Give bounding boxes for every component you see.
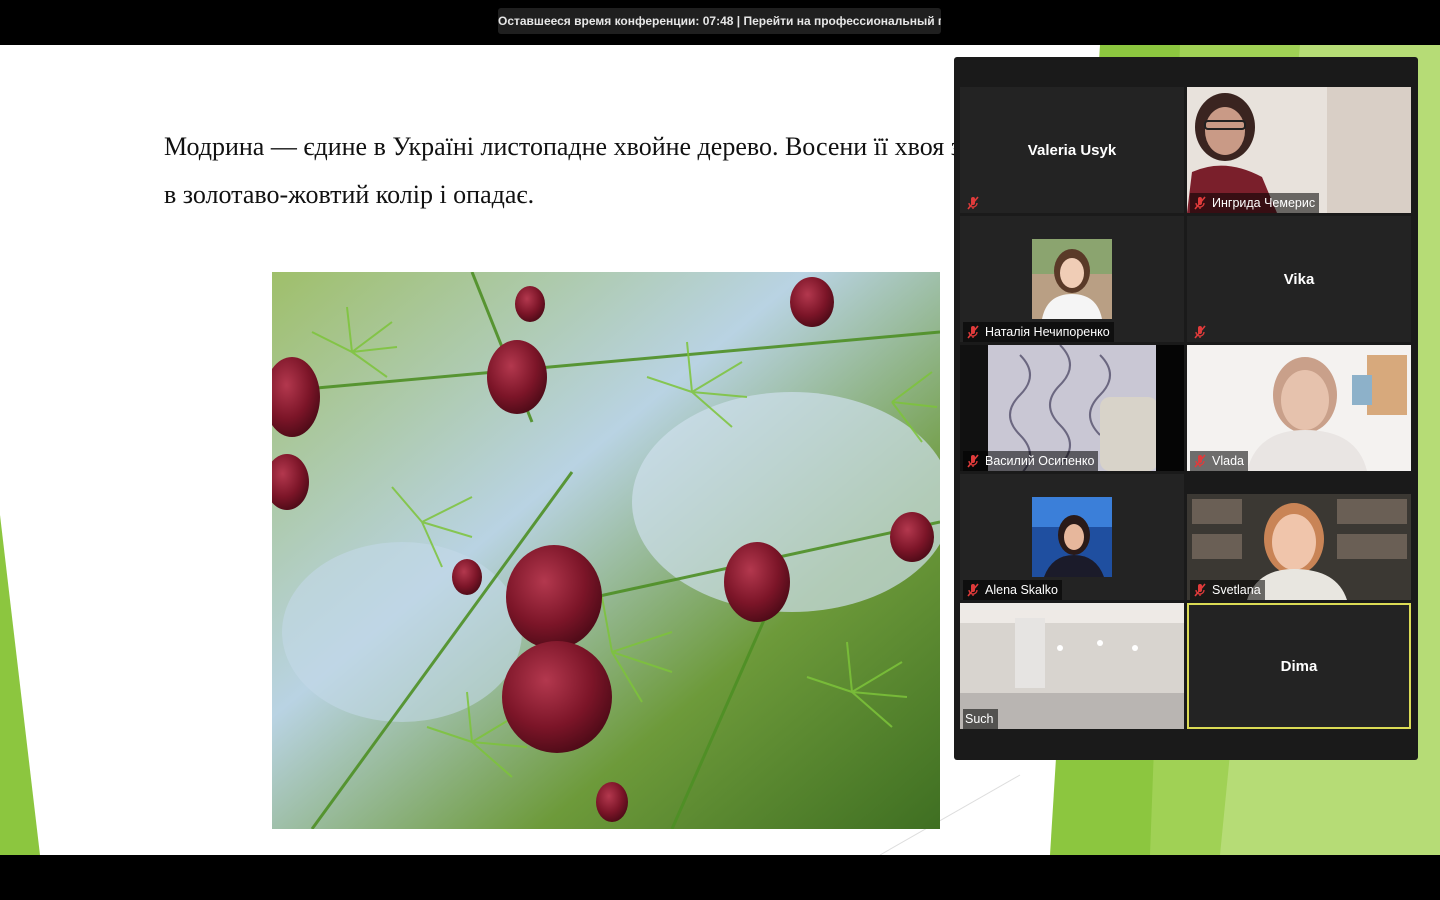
participant-label bbox=[963, 193, 989, 213]
participant-tile[interactable]: Such bbox=[960, 603, 1184, 729]
participant-display-name: Valeria Usyk bbox=[1027, 141, 1117, 159]
top-bar: Оставшееся время конференции: 07:48 | Пе… bbox=[0, 0, 1440, 45]
participant-tile[interactable]: Vlada bbox=[1187, 345, 1411, 471]
muted-mic-icon bbox=[1192, 195, 1208, 211]
participant-tile[interactable]: Valeria Usyk bbox=[960, 87, 1184, 213]
participant-label: Vlada bbox=[1190, 451, 1248, 471]
participant-display-name: Vika bbox=[1283, 270, 1315, 288]
participant-label: Such bbox=[963, 709, 998, 729]
participant-label: Svetlana bbox=[1190, 580, 1265, 600]
muted-mic-icon bbox=[965, 582, 981, 598]
participant-tile[interactable]: Vika bbox=[1187, 216, 1411, 342]
participant-name: Ингрида Чемерис bbox=[1212, 196, 1316, 210]
participant-name: Василий Осипенко bbox=[985, 454, 1095, 468]
muted-mic-icon bbox=[1192, 582, 1208, 598]
participant-tile[interactable]: Alena Skalko bbox=[960, 474, 1184, 600]
muted-mic-icon bbox=[965, 324, 981, 340]
avatar bbox=[1032, 497, 1112, 577]
participant-label: Наталія Нечипоренко bbox=[963, 322, 1114, 342]
avatar bbox=[1032, 239, 1112, 319]
muted-mic-icon bbox=[1192, 324, 1208, 340]
muted-mic-icon bbox=[965, 195, 981, 211]
participant-name: Such bbox=[965, 712, 994, 726]
participant-tile[interactable]: Dima bbox=[1187, 603, 1411, 729]
bottom-bar bbox=[0, 855, 1440, 900]
participants-gallery[interactable]: Valeria Usyk Ингрида Чемерис Наталія Нечип… bbox=[954, 57, 1418, 760]
participant-label: Василий Осипенко bbox=[963, 451, 1099, 471]
participant-display-name: Dima bbox=[1280, 657, 1318, 675]
participant-name: Svetlana bbox=[1212, 583, 1261, 597]
muted-mic-icon bbox=[1192, 453, 1208, 469]
participant-tile[interactable]: Ингрида Чемерис bbox=[1187, 87, 1411, 213]
larch-photo bbox=[272, 272, 940, 829]
participant-tile[interactable]: Наталія Нечипоренко bbox=[960, 216, 1184, 342]
participant-label: Ингрида Чемерис bbox=[1190, 193, 1320, 213]
muted-mic-icon bbox=[965, 453, 981, 469]
participant-label: Alena Skalko bbox=[963, 580, 1062, 600]
participant-label bbox=[1190, 322, 1216, 342]
time-remaining-banner[interactable]: Оставшееся время конференции: 07:48 | Пе… bbox=[498, 8, 941, 34]
participant-name: Alena Skalko bbox=[985, 583, 1058, 597]
participant-name: Наталія Нечипоренко bbox=[985, 325, 1110, 339]
participant-name: Vlada bbox=[1212, 454, 1244, 468]
participant-tile[interactable]: Svetlana bbox=[1187, 474, 1411, 600]
participant-tile[interactable]: Василий Осипенко bbox=[960, 345, 1184, 471]
